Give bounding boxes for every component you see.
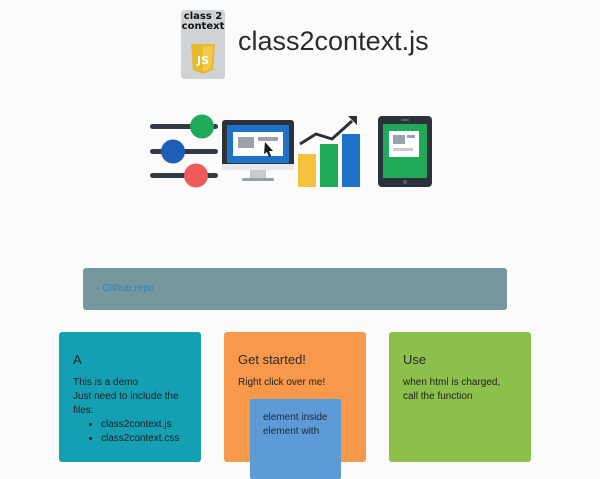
logo-badge: JS (196, 54, 209, 67)
tablet-icon (378, 116, 432, 187)
app-title: class2context.js (238, 26, 429, 56)
sliders-icon (150, 114, 218, 188)
card-get-started[interactable]: Get started! Right click over me! elemen… (224, 332, 366, 479)
file-list-item: class2context.css (101, 432, 188, 446)
hero-illustration (150, 114, 432, 188)
card-use[interactable]: Use when html is charged, call the funct… (389, 332, 531, 462)
file-list: class2context.js class2context.css (73, 418, 188, 446)
file-list-item: class2context.js (101, 418, 188, 432)
repo-bar: - Github repo (83, 268, 507, 310)
card-use-title: Use (403, 352, 427, 367)
js-shield-icon: JS (191, 44, 215, 74)
card-a-line-1: This is a demo (73, 377, 139, 388)
card-a-line-2: Just need to include the files: (73, 391, 179, 416)
github-repo-link[interactable]: - Github repo (96, 283, 154, 294)
card-use-text: when html is charged, call the function (403, 377, 501, 402)
card-a-title: A (73, 352, 82, 367)
card-get-started-text: Right click over me! (238, 377, 326, 388)
logo: class 2 context JS (181, 10, 225, 79)
card-get-started-title: Get started! (238, 352, 306, 367)
growth-chart-icon (298, 116, 360, 187)
inner-element[interactable]: element inside element with (250, 399, 341, 479)
card-a[interactable]: A This is a demo Just need to include th… (59, 332, 201, 462)
logo-text: class 2 context (181, 11, 225, 32)
monitor-icon (222, 120, 294, 181)
